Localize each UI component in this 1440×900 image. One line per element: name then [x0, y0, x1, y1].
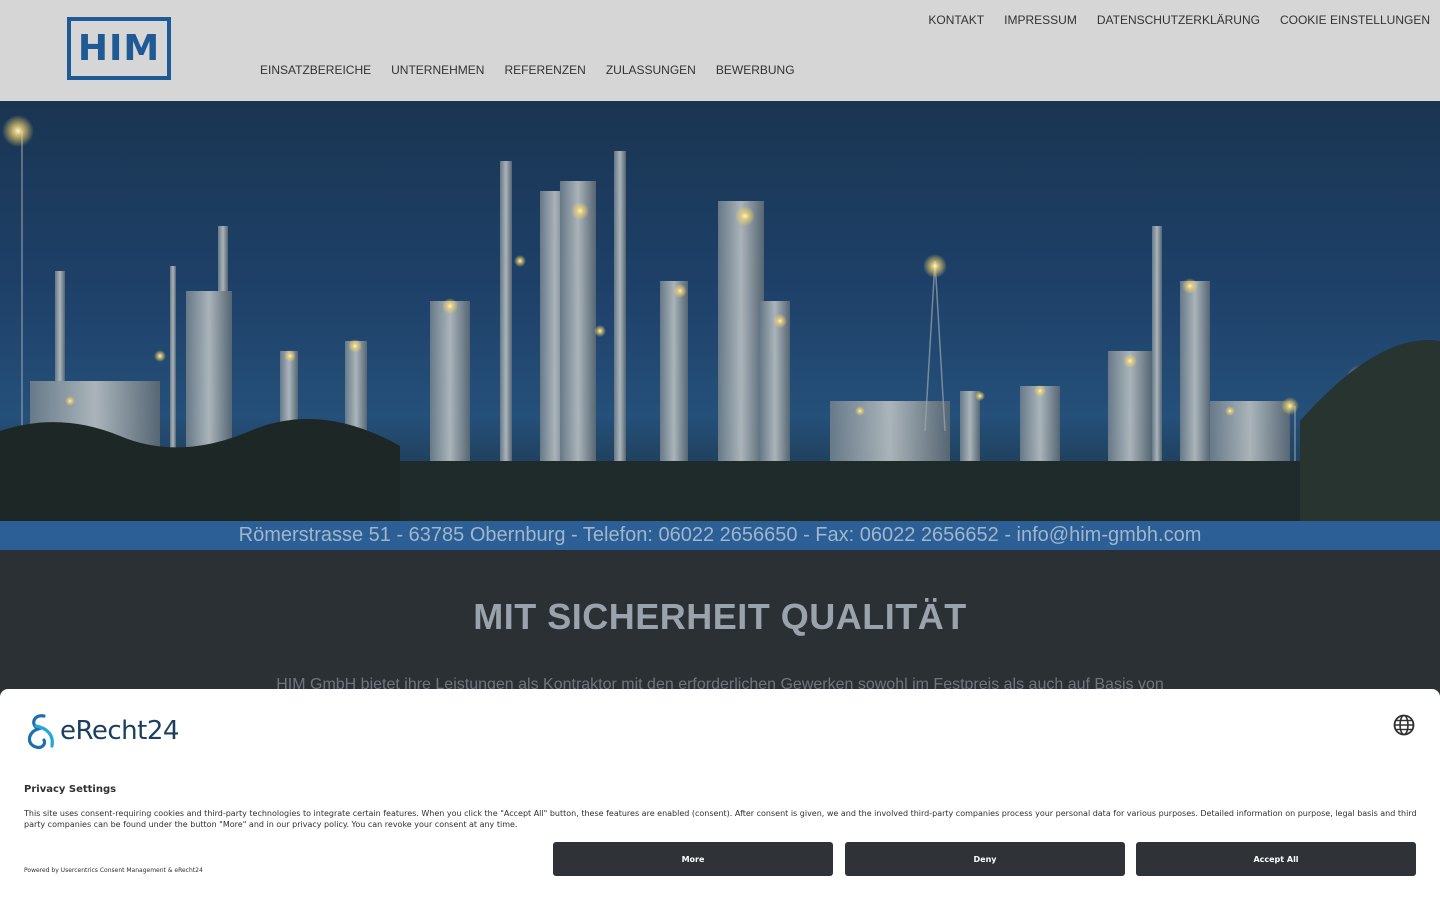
address-text: Römerstrasse 51 - 63785 Obernburg - Tele… — [238, 524, 1202, 546]
content-section: MIT SICHERHEIT QUALITÄT HIM GmbH bietet … — [0, 550, 1440, 693]
powered-by-text: Powered by Usercentrics Consent Manageme… — [24, 867, 203, 874]
erecht24-brand-name: eRecht24 — [60, 716, 179, 746]
more-button[interactable]: More — [553, 842, 833, 876]
nav-impressum[interactable]: IMPRESSUM — [1004, 13, 1077, 27]
main-navigation: EINSATZBEREICHE UNTERNEHMEN REFERENZEN Z… — [260, 63, 795, 77]
globe-icon[interactable] — [1393, 714, 1415, 736]
consent-title: Privacy Settings — [24, 784, 117, 795]
nav-datenschutz[interactable]: DATENSCHUTZERKLÄRUNG — [1097, 13, 1260, 27]
nav-cookie-einstellungen[interactable]: COOKIE EINSTELLUNGEN — [1280, 13, 1430, 27]
nav-zulassungen[interactable]: ZULASSUNGEN — [606, 63, 696, 77]
deny-button[interactable]: Deny — [845, 842, 1125, 876]
nav-kontakt[interactable]: KONTAKT — [928, 13, 984, 27]
address-bar: Römerstrasse 51 - 63785 Obernburg - Tele… — [0, 521, 1440, 550]
hero-image — [0, 101, 1440, 521]
erecht24-mark-icon — [27, 714, 54, 750]
nav-bewerbung[interactable]: BEWERBUNG — [716, 63, 795, 77]
refinery-illustration — [0, 115, 1440, 521]
site-header: HIM KONTAKT IMPRESSUM DATENSCHUTZERKLÄRU… — [0, 0, 1440, 101]
page-slogan: MIT SICHERHEIT QUALITÄT — [473, 596, 967, 637]
nav-einsatzbereiche[interactable]: EINSATZBEREICHE — [260, 63, 371, 77]
nav-referenzen[interactable]: REFERENZEN — [504, 63, 585, 77]
him-logo[interactable]: HIM — [67, 17, 171, 80]
top-navigation: KONTAKT IMPRESSUM DATENSCHUTZERKLÄRUNG C… — [928, 13, 1430, 27]
erecht24-logo: eRecht24 — [24, 712, 179, 750]
nav-unternehmen[interactable]: UNTERNEHMEN — [391, 63, 484, 77]
accept-all-button[interactable]: Accept All — [1136, 842, 1416, 876]
logo-text: HIM — [77, 28, 161, 69]
consent-description: This site uses consent-requiring cookies… — [24, 809, 1417, 829]
